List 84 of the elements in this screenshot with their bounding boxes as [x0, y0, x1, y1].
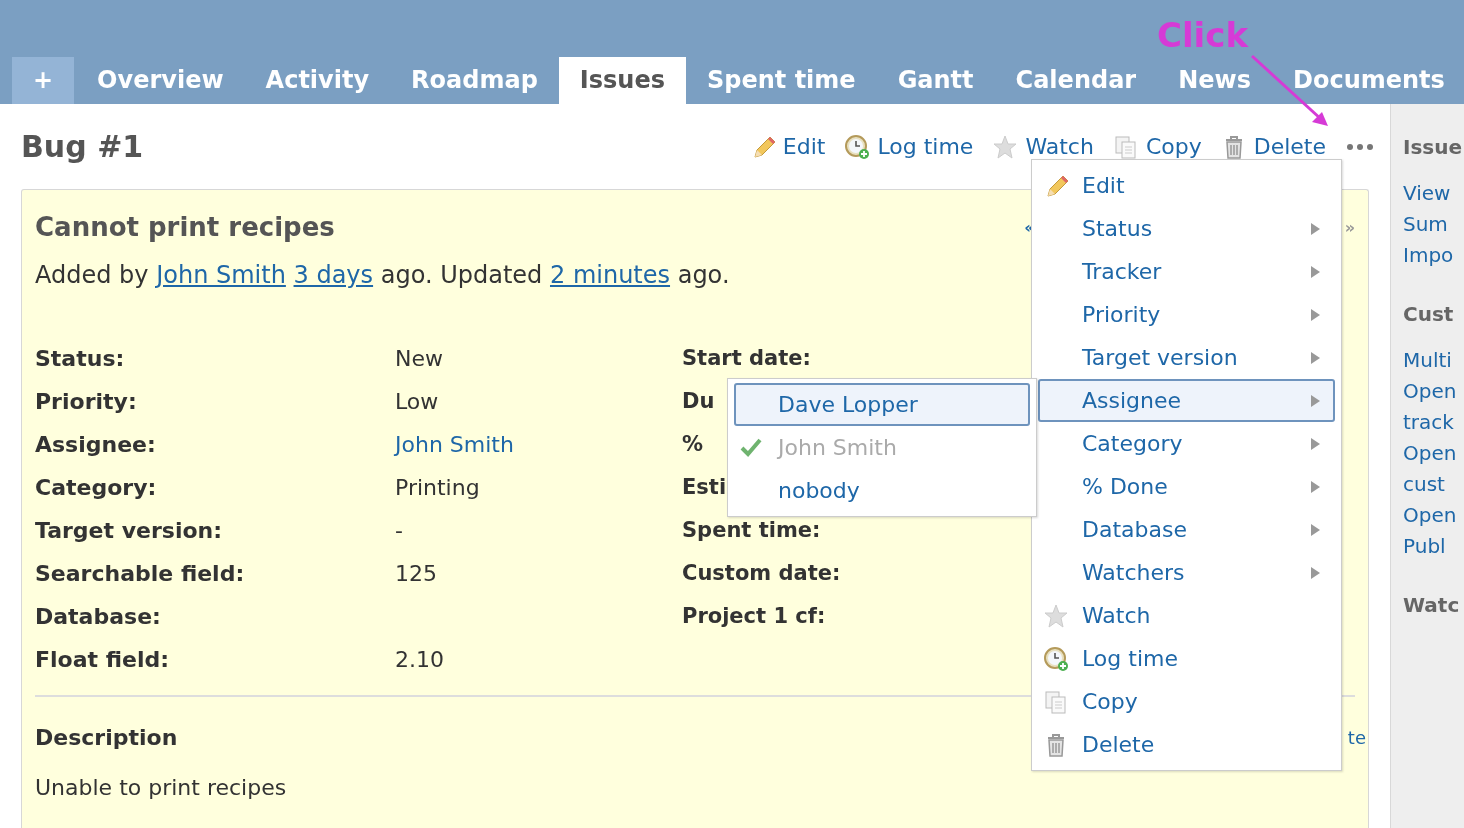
field-value: 2.10: [395, 647, 444, 672]
sidebar-link[interactable]: Open: [1403, 500, 1464, 531]
field-label: Searchable field:: [35, 561, 245, 586]
field-label: Status:: [35, 346, 125, 371]
copy-icon: [1044, 689, 1068, 714]
byline-link[interactable]: 3 days: [293, 261, 374, 289]
sidebar-heading: Watc: [1403, 592, 1461, 619]
sidebar-heading: Issue: [1403, 134, 1464, 161]
menu-item[interactable]: % Done: [1038, 465, 1335, 508]
pencil-icon: [1044, 173, 1068, 198]
star-icon: [993, 134, 1018, 159]
submenu-arrow-icon: [1310, 221, 1321, 236]
section-heading: Description: [35, 724, 178, 752]
sidebar-link[interactable]: Open: [1403, 438, 1464, 469]
sidebar-link[interactable]: View: [1403, 178, 1464, 209]
menu-item[interactable]: Edit: [1038, 164, 1335, 207]
submenu-arrow-icon: [1310, 350, 1321, 365]
field-label: Priority:: [35, 389, 137, 414]
menu-item[interactable]: Category: [1038, 422, 1335, 465]
field-label: Assignee:: [35, 432, 156, 457]
quote-link[interactable]: te: [1347, 724, 1366, 751]
field-label: Du: [682, 389, 715, 413]
submenu-arrow-icon: [1310, 565, 1321, 580]
menu-item[interactable]: Status: [1038, 207, 1335, 250]
annotation-text: Click: [1157, 14, 1249, 57]
submenu-arrow-icon: [1310, 393, 1321, 408]
menu-item[interactable]: Log time: [1038, 637, 1335, 680]
more-menu-icon[interactable]: [1346, 141, 1374, 152]
field-value: Printing: [395, 475, 480, 500]
sidebar-link[interactable]: Open: [1403, 376, 1464, 407]
star-icon: [1044, 603, 1068, 628]
sidebar-link[interactable]: cust: [1403, 469, 1464, 500]
field-label: Esti: [682, 475, 727, 499]
submenu-arrow-icon: [1310, 264, 1321, 279]
field-value: -: [395, 518, 403, 543]
menu-item[interactable]: nobody: [734, 469, 1030, 512]
field-label: Spent time:: [682, 518, 821, 542]
sidebar-heading: Cust: [1403, 301, 1455, 328]
byline-link[interactable]: John Smith: [156, 261, 286, 289]
action-link[interactable]: Log time: [845, 130, 974, 163]
menu-item[interactable]: Watch: [1038, 594, 1335, 637]
field-value: 125: [395, 561, 437, 586]
byline: Added by John Smith 3 days ago. Updated 2 minutes ago.: [35, 260, 730, 291]
byline-link[interactable]: 2 minutes: [550, 261, 671, 289]
menu-item[interactable]: Delete: [1038, 723, 1335, 766]
sidebar-link[interactable]: Publ: [1403, 531, 1464, 562]
submenu-arrow-icon: [1310, 307, 1321, 322]
submenu-arrow-icon: [1310, 479, 1321, 494]
field-label: Target version:: [35, 518, 223, 543]
menu-item[interactable]: Database: [1038, 508, 1335, 551]
sidebar-link[interactable]: Sum: [1403, 209, 1464, 240]
field-label: Project 1 cf:: [682, 604, 826, 628]
menu-item[interactable]: Watchers: [1038, 551, 1335, 594]
field-label: Start date:: [682, 346, 811, 370]
issue-title: Bug #1: [21, 128, 144, 166]
field-label: Category:: [35, 475, 157, 500]
tab[interactable]: Issues: [558, 57, 686, 104]
action-link[interactable]: Edit: [750, 130, 826, 163]
clock-icon: [1044, 646, 1068, 671]
submenu-arrow-icon: [1310, 436, 1321, 451]
action-link[interactable]: Watch: [993, 130, 1094, 163]
menu-item[interactable]: Tracker: [1038, 250, 1335, 293]
field-label: Database:: [35, 604, 161, 629]
menu-item[interactable]: Priority: [1038, 293, 1335, 336]
action-link[interactable]: Copy: [1113, 130, 1202, 163]
field-label: Custom date:: [682, 561, 841, 585]
field-value: New: [395, 346, 443, 371]
sidebar-link[interactable]: track: [1403, 407, 1464, 438]
menu-item[interactable]: Target version: [1038, 336, 1335, 379]
sidebar-link[interactable]: Impo: [1403, 240, 1464, 271]
issue-subject: Cannot print recipes: [35, 211, 335, 244]
field-label: Float field:: [35, 647, 170, 672]
clock-icon: [845, 134, 870, 159]
submenu-arrow-icon: [1310, 522, 1321, 537]
field-value: Low: [395, 389, 439, 414]
description-text: Unable to print recipes: [35, 775, 287, 800]
menu-item[interactable]: Dave Lopper: [734, 383, 1030, 426]
sidebar-link[interactable]: Multi: [1403, 345, 1464, 376]
menu-item[interactable]: Assignee: [1038, 379, 1335, 422]
menu-item[interactable]: Copy: [1038, 680, 1335, 723]
field-label: %: [682, 432, 704, 456]
next-link[interactable]: »: [1344, 215, 1355, 240]
action-link[interactable]: Delete: [1221, 130, 1326, 163]
field-value-link[interactable]: John Smith: [395, 432, 514, 457]
